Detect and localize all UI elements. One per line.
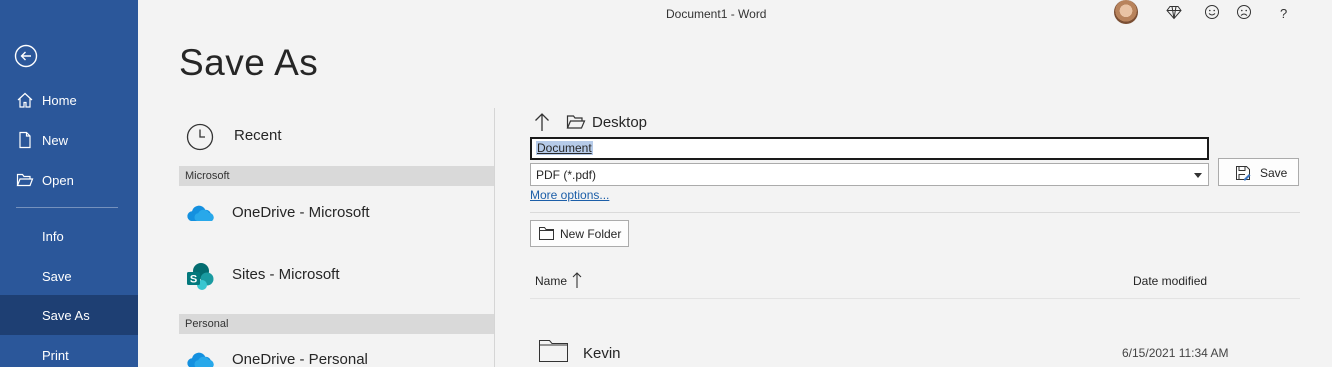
save-button[interactable]: Save <box>1218 158 1299 186</box>
save-button-label: Save <box>1260 166 1288 180</box>
sidebar-item-new[interactable]: New <box>0 120 138 160</box>
pane-divider <box>494 108 495 367</box>
folder-icon <box>539 340 568 362</box>
smiley-icon[interactable] <box>1204 4 1220 20</box>
title-bar: Document1 - Word ? <box>138 0 1332 28</box>
chevron-down-icon <box>1194 173 1202 178</box>
filename-value: Document <box>536 141 593 155</box>
column-header-name[interactable]: Name <box>535 274 567 288</box>
user-avatar[interactable] <box>1114 0 1138 24</box>
new-document-icon <box>19 131 31 149</box>
location-label: OneDrive - Personal <box>232 351 368 367</box>
location-label: Sites - Microsoft <box>232 266 340 283</box>
more-options-link[interactable]: More options... <box>530 188 609 202</box>
sidebar-item-label: Save As <box>42 308 90 323</box>
sidebar-divider <box>16 207 118 208</box>
svg-text:S: S <box>190 274 197 286</box>
current-folder-label[interactable]: Desktop <box>592 114 647 131</box>
sidebar-item-print[interactable]: Print <box>0 335 138 367</box>
sidebar-item-label: Home <box>42 93 77 108</box>
new-folder-label: New Folder <box>560 227 622 241</box>
window-title: Document1 - Word <box>666 7 767 21</box>
diamond-icon[interactable] <box>1166 4 1182 20</box>
sidebar-item-label: Info <box>42 229 64 244</box>
back-arrow-icon[interactable] <box>14 44 38 68</box>
sharepoint-icon: S <box>187 263 214 290</box>
sidebar-item-label: Save <box>42 269 72 284</box>
save-icon <box>1236 166 1251 181</box>
file-type-select[interactable]: PDF (*.pdf) <box>530 163 1209 186</box>
up-arrow-icon[interactable] <box>533 112 551 132</box>
sidebar-item-home[interactable]: Home <box>0 80 138 120</box>
help-button[interactable]: ? <box>1280 6 1287 21</box>
sidebar-item-save-as[interactable]: Save As <box>0 295 138 335</box>
location-sites-microsoft[interactable]: S Sites - Microsoft <box>179 255 494 295</box>
sort-ascending-icon <box>572 272 582 288</box>
home-icon <box>17 92 33 108</box>
page-title: Save As <box>179 42 319 83</box>
sidebar-item-label: Print <box>42 348 69 363</box>
location-recent[interactable]: Recent <box>179 116 494 156</box>
sidebar-item-label: Open <box>42 173 74 188</box>
sidebar-item-label: New <box>42 133 69 148</box>
section-header-microsoft: Microsoft <box>179 166 494 186</box>
sidebar-item-open[interactable]: Open <box>0 160 138 200</box>
new-folder-button[interactable]: New Folder <box>530 220 629 247</box>
clock-icon <box>186 123 214 151</box>
folder-icon <box>539 227 554 240</box>
section-header-personal: Personal <box>179 314 494 334</box>
sidebar-item-save[interactable]: Save <box>0 256 138 296</box>
location-label: Recent <box>234 127 282 144</box>
column-header-date[interactable]: Date modified <box>1133 274 1207 288</box>
file-type-value: PDF (*.pdf) <box>536 168 597 182</box>
file-date-modified: 6/15/2021 11:34 AM <box>1122 346 1229 360</box>
location-label: OneDrive - Microsoft <box>232 204 370 221</box>
sidebar-item-info[interactable]: Info <box>0 216 138 256</box>
filename-input[interactable]: Document <box>530 137 1209 160</box>
location-onedrive-personal[interactable]: OneDrive - Personal <box>179 340 494 367</box>
open-folder-icon <box>566 115 586 129</box>
file-name: Kevin <box>583 345 621 362</box>
file-list-item[interactable]: Kevin 6/15/2021 11:34 AM <box>530 332 1300 367</box>
divider <box>530 298 1300 299</box>
onedrive-icon <box>187 352 214 367</box>
open-folder-icon <box>16 173 34 187</box>
frown-icon[interactable] <box>1236 4 1252 20</box>
onedrive-icon <box>187 205 214 221</box>
backstage-sidebar: Home New Open Info Save Save As Print <box>0 0 138 367</box>
location-onedrive-microsoft[interactable]: OneDrive - Microsoft <box>179 193 494 233</box>
divider <box>530 212 1300 213</box>
